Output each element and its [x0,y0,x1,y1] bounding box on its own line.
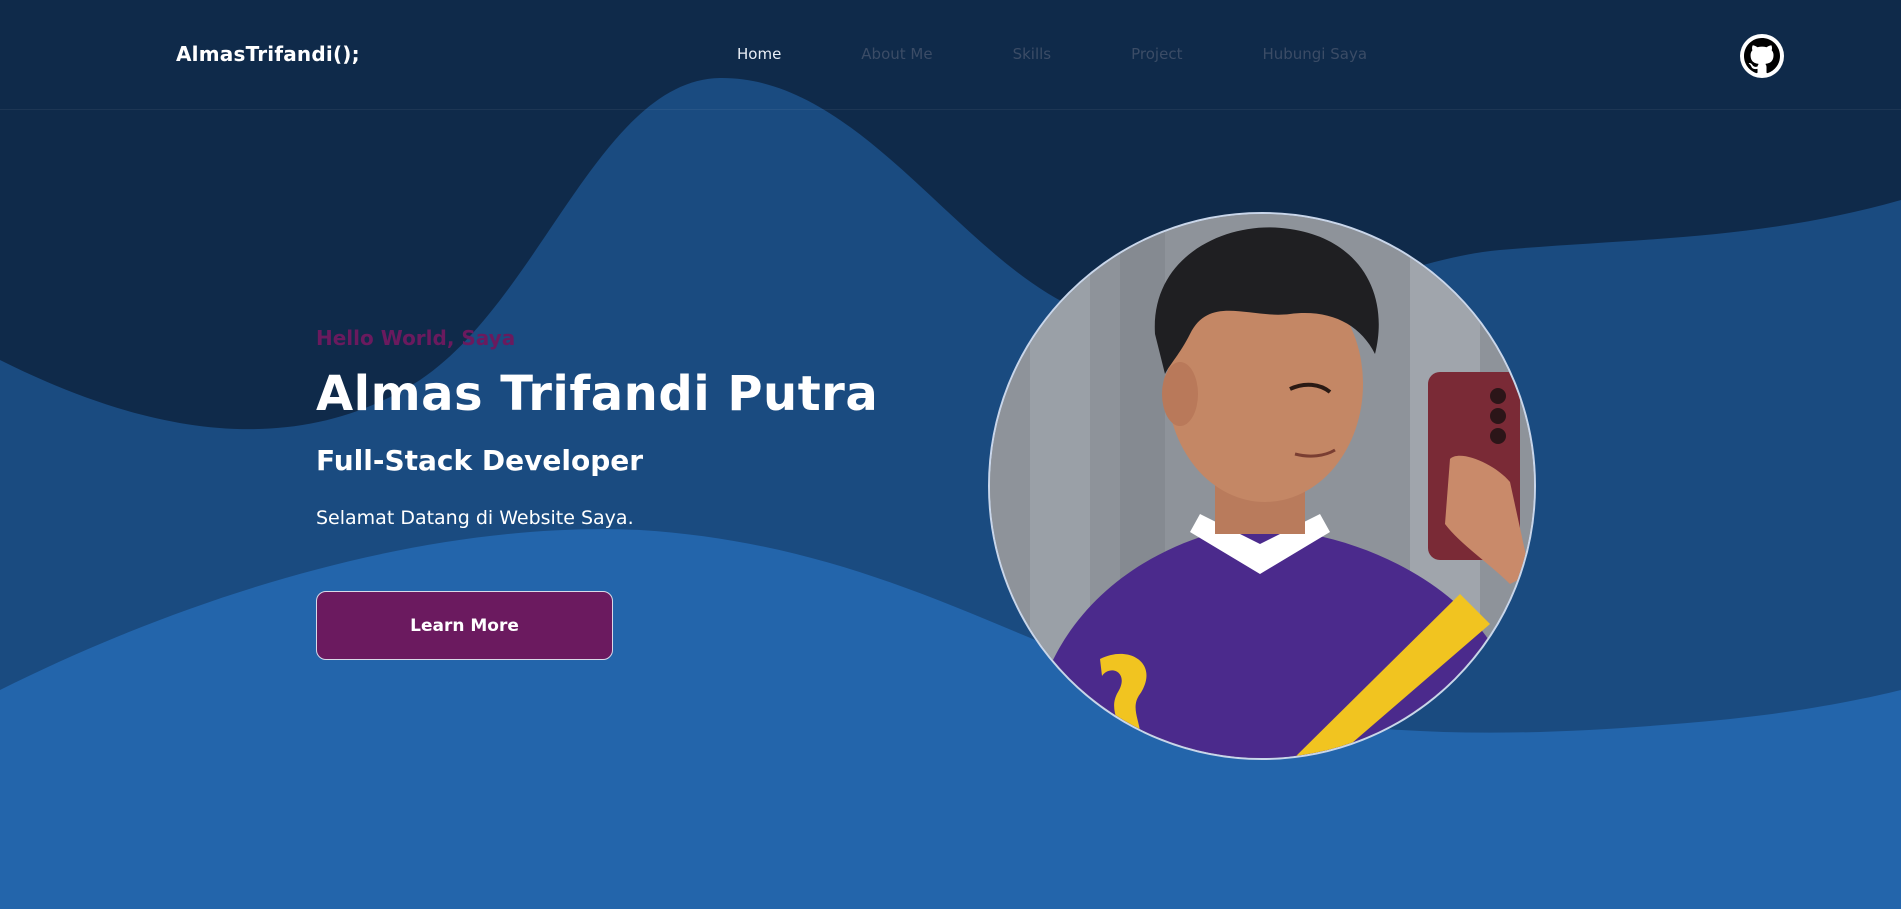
nav-links: Home About Me Skills Project Hubungi Say… [737,45,1447,63]
learn-more-button[interactable]: Learn More [316,591,613,660]
hero-role: Full-Stack Developer [316,444,644,477]
photo-phone-camera [1490,388,1506,404]
hero-intro: Hello World, Saya Almas Trifandi Putra F… [316,326,956,529]
page: AlmasTrifandi(); Home About Me Skills Pr… [0,0,1901,909]
profile-photo [988,212,1536,760]
profile-photo-illustration [990,214,1534,758]
nav-link-skills[interactable]: Skills [1013,45,1052,63]
photo-phone-camera [1490,408,1506,424]
photo-phone-camera [1490,428,1506,444]
hero-greeting: Hello World, Saya [316,326,516,350]
hero-welcome: Selamat Datang di Website Saya. [316,507,634,529]
photo-ear [1162,362,1198,426]
github-button[interactable] [1740,34,1784,78]
nav-link-home[interactable]: Home [737,45,781,63]
hero-name: Almas Trifandi Putra [316,366,879,422]
brand-logo[interactable]: AlmasTrifandi(); [176,42,360,66]
navbar: AlmasTrifandi(); Home About Me Skills Pr… [0,0,1901,110]
github-icon [1744,38,1780,74]
nav-link-hubungi-saya[interactable]: Hubungi Saya [1262,45,1367,63]
nav-link-project[interactable]: Project [1131,45,1182,63]
nav-link-about-me[interactable]: About Me [861,45,932,63]
